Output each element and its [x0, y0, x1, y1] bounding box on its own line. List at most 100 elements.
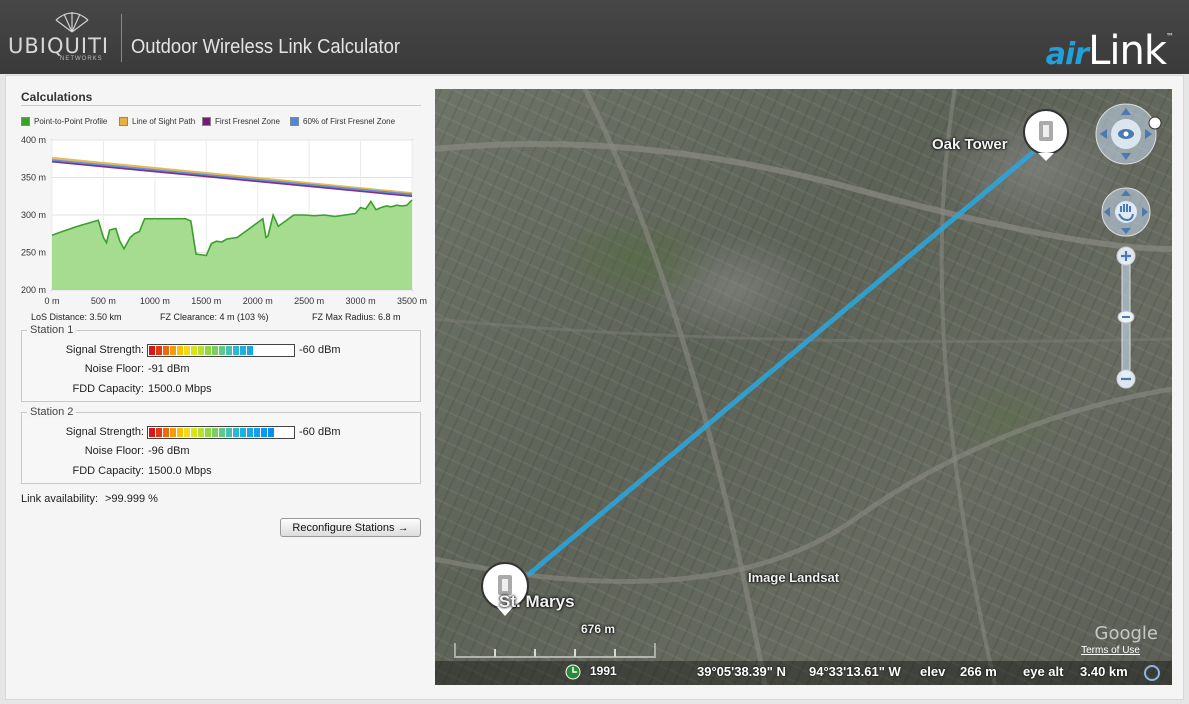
signal-strength-value: -60 dBm	[299, 344, 341, 356]
signal-meter-segment	[156, 428, 162, 437]
image-credit: Image Landsat	[748, 570, 840, 585]
eye-altitude-value: 3.40 km	[1080, 664, 1128, 679]
fdd-capacity-label: FDD Capacity:	[72, 465, 144, 477]
station-b-label: St. Marys	[499, 592, 575, 611]
signal-meter-segment	[226, 428, 232, 437]
signal-meter-segment	[163, 428, 169, 437]
station-2-title: Station 2	[27, 406, 77, 418]
station-1-signal-row: Signal Strength: -60 dBm	[22, 344, 422, 360]
map-scale-bar	[454, 643, 656, 658]
fz-max-radius: FZ Max Radius: 6.8 m	[312, 312, 401, 322]
map-road	[435, 141, 1172, 252]
signal-meter-segment	[268, 346, 274, 355]
zoom-slider[interactable]	[1116, 246, 1136, 389]
x-tick-label: 1500 m	[191, 296, 221, 306]
map-road	[435, 386, 1172, 584]
look-control[interactable]	[1095, 103, 1157, 165]
latitude-readout: 39°05'38.39" N	[697, 664, 786, 679]
fdd-capacity-value: 1500.0 Mbps	[148, 465, 212, 477]
x-tick-label: 2000 m	[243, 296, 273, 306]
move-control[interactable]	[1101, 187, 1151, 237]
signal-meter-segment	[191, 428, 197, 437]
station-1-panel: Station 1 Signal Strength: -60 dBm Noise…	[21, 324, 422, 402]
x-tick-label: 500 m	[91, 296, 116, 306]
los-distance: LoS Distance: 3.50 km	[31, 312, 122, 322]
eye-altitude-label: eye alt	[1023, 664, 1064, 679]
map-scale-label: 676 m	[581, 622, 616, 636]
station-2-signal-row: Signal Strength: -60 dBm	[22, 426, 422, 442]
elevation-profile-chart: 400 m 350 m 300 m 250 m 200 m0 m 500 m 1000 m 1…	[21, 135, 427, 306]
x-tick-label: 3500 m	[397, 296, 427, 306]
station-a-label: Oak Tower	[932, 136, 1008, 153]
signal-meter-segment	[254, 346, 260, 355]
signal-strength-value: -60 dBm	[299, 426, 341, 438]
map-road	[939, 89, 997, 685]
google-logo: Google	[1094, 623, 1158, 644]
station-1-title: Station 1	[27, 324, 77, 336]
longitude-readout: 94°33'13.61" W	[809, 664, 901, 679]
station-2-panel: Station 2 Signal Strength: -60 dBm Noise…	[21, 406, 422, 484]
x-tick-label: 1000 m	[140, 296, 170, 306]
signal-strength-label: Signal Strength:	[65, 426, 144, 438]
link-availability: Link availability: >99.999 %	[21, 493, 158, 505]
x-tick-label: 2500 m	[294, 296, 324, 306]
fdd-capacity-value: 1500.0 Mbps	[148, 383, 212, 395]
station-2-noise-row: Noise Floor: -96 dBm	[22, 445, 422, 461]
reconfigure-stations-button[interactable]: Reconfigure Stations →	[280, 518, 421, 537]
signal-meter-segment	[261, 428, 267, 437]
signal-meter-segment	[205, 346, 211, 355]
x-tick-label: 0 m	[44, 296, 59, 306]
signal-meter-segment	[233, 428, 239, 437]
signal-strength-label: Signal Strength:	[65, 344, 144, 356]
signal-meter-segment	[226, 346, 232, 355]
signal-meter-segment	[170, 428, 176, 437]
noise-floor-label: Noise Floor:	[84, 445, 144, 457]
signal-meter-segment	[254, 428, 260, 437]
y-tick-label: 400 m	[21, 135, 46, 145]
x-tick-label: 3000 m	[346, 296, 376, 306]
imagery-year: 1991	[590, 664, 617, 678]
fdd-capacity-label: FDD Capacity:	[72, 383, 144, 395]
signal-meter-segment	[219, 346, 225, 355]
airlink-logo-link: Link	[1088, 28, 1167, 74]
noise-floor-value: -91 dBm	[148, 363, 190, 375]
signal-meter-segment	[212, 346, 218, 355]
signal-meter-segment	[212, 428, 218, 437]
y-tick-label: 350 m	[21, 173, 46, 183]
historical-imagery-icon[interactable]	[565, 664, 581, 680]
signal-strength-meter	[147, 426, 295, 439]
airlink-logo: airLink™	[1046, 28, 1174, 74]
north-indicator[interactable]	[1148, 116, 1162, 130]
signal-meter-segment	[170, 346, 176, 355]
map-road	[435, 317, 1172, 343]
station-1-capacity-row: FDD Capacity: 1500.0 Mbps	[22, 383, 422, 399]
signal-meter-segment	[261, 346, 267, 355]
y-tick-label: 200 m	[21, 285, 46, 295]
link-availability-value: >99.999 %	[105, 493, 158, 505]
signal-meter-segment	[184, 346, 190, 355]
station-1-noise-row: Noise Floor: -91 dBm	[22, 363, 422, 379]
signal-strength-meter	[147, 344, 295, 357]
signal-meter-segment	[156, 346, 162, 355]
signal-meter-segment	[240, 346, 246, 355]
elevation-value: 266 m	[960, 664, 997, 679]
elevation-label: elev	[920, 664, 946, 679]
signal-meter-segment	[149, 428, 155, 437]
terms-of-use-link[interactable]: Terms of Use	[1081, 645, 1140, 656]
signal-meter-segment	[163, 346, 169, 355]
signal-meter-segment	[219, 428, 225, 437]
noise-floor-value: -96 dBm	[148, 445, 190, 457]
map-view[interactable]: Oak Tower St. Marys Image Landsat 676 m …	[435, 89, 1172, 685]
signal-meter-segment	[247, 428, 253, 437]
signal-meter-segment	[233, 346, 239, 355]
signal-meter-segment	[177, 346, 183, 355]
signal-meter-segment	[247, 346, 253, 355]
fz-clearance: FZ Clearance: 4 m (103 %)	[160, 312, 269, 322]
signal-meter-segment	[198, 428, 204, 437]
map-road	[582, 89, 768, 685]
station-2-capacity-row: FDD Capacity: 1500.0 Mbps	[22, 465, 422, 481]
signal-meter-segment	[184, 428, 190, 437]
y-tick-label: 250 m	[21, 248, 46, 258]
signal-meter-segment	[149, 346, 155, 355]
signal-meter-segment	[198, 346, 204, 355]
